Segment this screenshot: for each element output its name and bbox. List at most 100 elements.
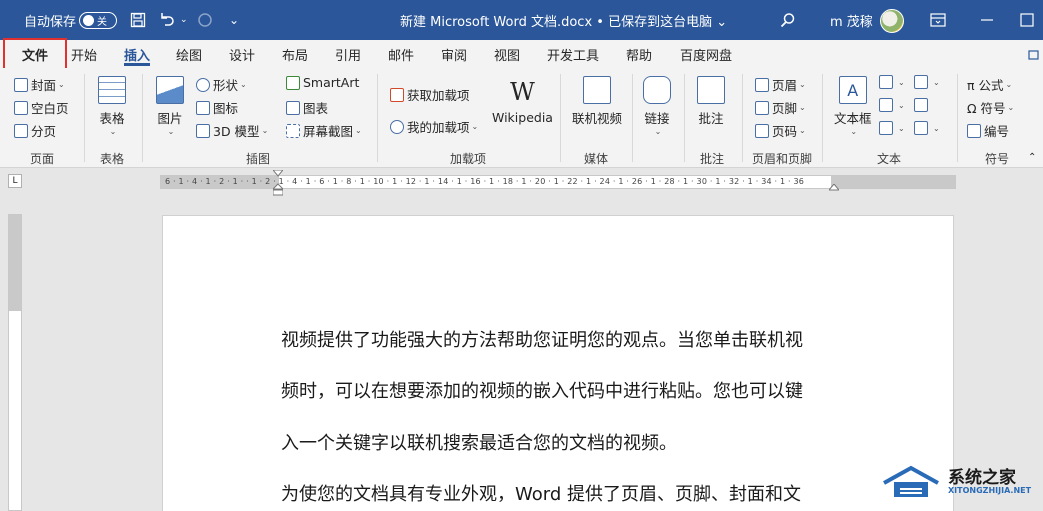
drop-cap-button[interactable]: ⌄ <box>879 121 905 135</box>
link-button[interactable]: 链接 ⌄ <box>643 76 671 136</box>
document-page[interactable]: 视频提供了功能强大的方法帮助您证明您的观点。当您单击联机视 频时，可以在想要添加… <box>162 215 954 511</box>
quick-parts-button[interactable]: ⌄ <box>879 75 905 89</box>
icons-button[interactable]: 图标 <box>196 98 238 117</box>
document-line[interactable]: 入一个关键字以联机搜索最适合您的文档的视频。 <box>281 429 677 455</box>
header-button[interactable]: 页眉 ⌄ <box>755 75 806 94</box>
table-icon <box>98 76 126 104</box>
customize-toolbar-icon[interactable]: ⌄ <box>229 0 239 40</box>
page-number-button[interactable]: 页码 ⌄ <box>755 121 806 140</box>
divider <box>84 74 85 162</box>
tab-selector[interactable]: L <box>8 174 22 188</box>
right-indent-marker[interactable] <box>827 181 841 191</box>
signature-line-button[interactable]: ⌄ <box>914 75 940 89</box>
get-addins-button[interactable]: 获取加载项 <box>390 85 470 104</box>
wordart-button[interactable]: ⌄ <box>879 98 905 112</box>
undo-icon[interactable] <box>158 0 176 40</box>
maximize-icon[interactable] <box>1020 0 1034 40</box>
house-logo-icon <box>883 465 939 497</box>
wikipedia-button[interactable]: W Wikipedia <box>492 78 553 125</box>
undo-dropdown-icon[interactable]: ⌄ <box>180 0 188 40</box>
screenshot-button[interactable]: 屏幕截图 ⌄ <box>286 121 362 140</box>
online-video-label: 联机视频 <box>572 111 623 126</box>
cube-icon <box>196 123 210 138</box>
save-icon[interactable] <box>130 0 146 40</box>
document-title[interactable]: 新建 Microsoft Word 文档.docx • 已保存到这台电脑 ⌄ <box>400 0 727 40</box>
table-button[interactable]: 表格 ⌄ <box>98 76 126 136</box>
tab-insert[interactable]: 插入 <box>124 40 151 68</box>
symbol-label: Ω 符号 <box>967 101 1006 116</box>
object-button[interactable]: ⌄ <box>914 121 940 135</box>
document-line[interactable]: 频时，可以在想要添加的视频的嵌入代码中进行粘贴。您也可以键 <box>281 377 803 403</box>
autosave-toggle[interactable]: 关 <box>79 12 117 29</box>
shapes-button[interactable]: 形状 ⌄ <box>196 75 247 94</box>
divider <box>142 74 143 162</box>
ribbon-display-icon[interactable] <box>930 0 946 40</box>
tab-help[interactable]: 帮助 <box>626 40 652 68</box>
share-icon[interactable] <box>1028 40 1040 68</box>
search-icon[interactable] <box>780 0 796 40</box>
tab-design[interactable]: 设计 <box>229 40 255 68</box>
page-break-button[interactable]: 分页 <box>14 121 56 140</box>
ribbon-insert: 封面 ⌄ 空白页 分页 页面 表格 ⌄ 表格 图片 ⌄ 形状 ⌄ 图标 3D 模型 ⌄ S… <box>0 68 1043 168</box>
online-video-button[interactable]: 联机视频 <box>572 76 622 127</box>
equation-button[interactable]: π 公式 ⌄ <box>967 75 1012 94</box>
divider <box>684 74 685 162</box>
smartart-button[interactable]: SmartArt <box>286 75 359 90</box>
picture-label: 图片 <box>157 111 183 126</box>
document-line[interactable]: 视频提供了功能强大的方法帮助您证明您的观点。当您单击联机视 <box>281 326 803 352</box>
drop-cap-icon <box>879 121 893 135</box>
tab-baidu-netdisk[interactable]: 百度网盘 <box>680 40 732 68</box>
user-name[interactable]: m 茂稼 <box>830 0 873 40</box>
picture-button[interactable]: 图片 ⌄ <box>156 76 184 136</box>
group-label-media: 媒体 <box>584 152 609 166</box>
tab-references[interactable]: 引用 <box>335 40 361 68</box>
avatar[interactable] <box>880 9 904 33</box>
tab-draw[interactable]: 绘图 <box>176 40 202 68</box>
cover-page-button[interactable]: 封面 ⌄ <box>14 75 65 94</box>
numbering-label: 编号 <box>984 124 1010 139</box>
chart-label: 图表 <box>303 101 329 116</box>
numbering-button[interactable]: 编号 <box>967 121 1009 140</box>
footer-button[interactable]: 页脚 ⌄ <box>755 98 806 117</box>
blank-page-button[interactable]: 空白页 <box>14 98 69 117</box>
collapse-ribbon-icon[interactable]: ⌃ <box>1028 152 1036 163</box>
textbox-icon: A <box>838 76 867 104</box>
tab-layout[interactable]: 布局 <box>282 40 308 68</box>
footer-label: 页脚 <box>772 101 798 116</box>
page-number-label: 页码 <box>772 124 798 139</box>
tab-home[interactable]: 开始 <box>71 40 97 68</box>
comment-button[interactable]: 批注 <box>697 76 725 127</box>
indent-marker[interactable] <box>271 169 285 196</box>
comment-icon <box>697 76 725 104</box>
vertical-ruler[interactable] <box>8 214 22 511</box>
symbol-button[interactable]: Ω 符号 ⌄ <box>967 98 1014 117</box>
tab-mailings[interactable]: 邮件 <box>388 40 414 68</box>
watermark-name: 系统之家 <box>948 468 1016 488</box>
autosave-label: 自动保存 <box>24 14 77 30</box>
group-label-comments: 批注 <box>700 152 725 166</box>
group-label-illustrations: 插图 <box>246 152 271 166</box>
page-break-label: 分页 <box>31 124 57 139</box>
wikipedia-label: Wikipedia <box>492 110 553 125</box>
shapes-label: 形状 <box>213 78 239 93</box>
minimize-icon[interactable] <box>980 0 994 40</box>
tab-review[interactable]: 审阅 <box>441 40 467 68</box>
divider <box>742 74 743 162</box>
screenshot-label: 屏幕截图 <box>303 124 354 139</box>
tab-developer[interactable]: 开发工具 <box>547 40 599 68</box>
divider <box>957 74 958 162</box>
ruler-margin-right <box>831 176 955 188</box>
quick-parts-icon <box>879 75 893 89</box>
date-time-button[interactable] <box>914 98 931 112</box>
tab-file[interactable]: 文件 <box>3 38 67 70</box>
group-label-tables: 表格 <box>100 152 125 166</box>
chart-button[interactable]: 图表 <box>286 98 328 117</box>
textbox-button[interactable]: A 文本框 ⌄ <box>834 76 872 136</box>
textbox-label: 文本框 <box>834 111 872 126</box>
tab-view[interactable]: 视图 <box>494 40 520 68</box>
3d-models-button[interactable]: 3D 模型 ⌄ <box>196 121 268 140</box>
document-line[interactable]: 为使您的文档具有专业外观，Word 提供了页眉、页脚、封面和文 <box>281 480 801 506</box>
group-label-symbols: 符号 <box>985 152 1010 166</box>
my-addins-icon <box>390 119 404 134</box>
my-addins-button[interactable]: 我的加载项 ⌄ <box>390 117 478 136</box>
